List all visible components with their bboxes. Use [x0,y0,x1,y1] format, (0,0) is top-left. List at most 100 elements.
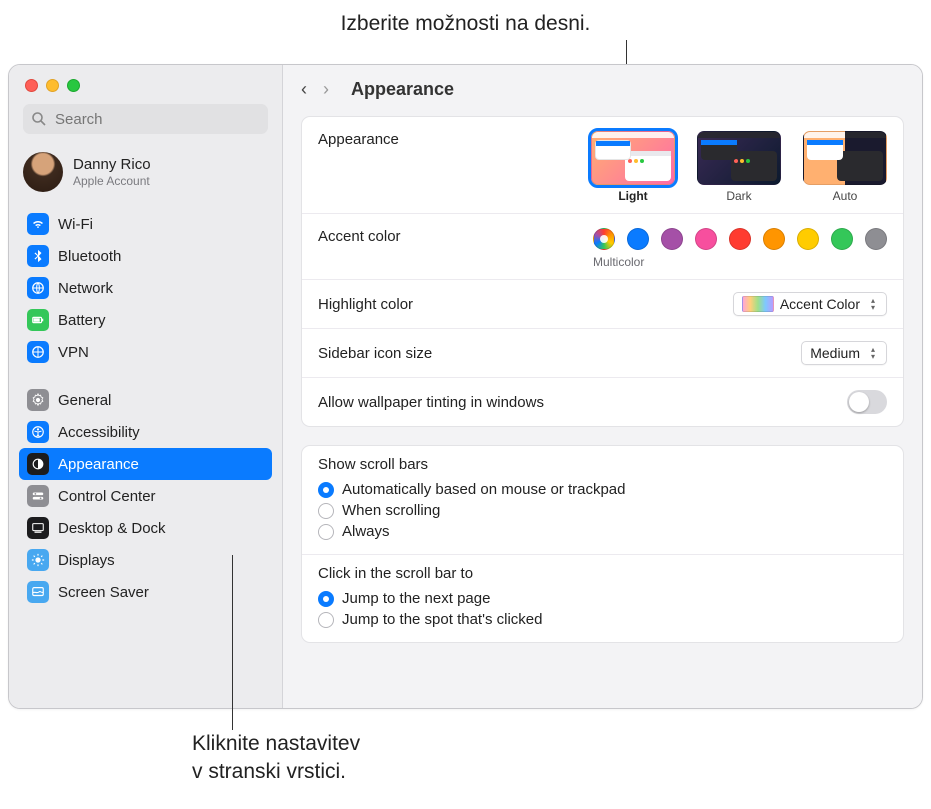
accessibility-icon [27,421,49,443]
appearance-panel: Appearance [301,116,904,427]
close-icon[interactable] [25,79,38,92]
accent-swatch-multicolor[interactable] [593,228,615,250]
sidebar-item-control-center[interactable]: Control Center [19,480,272,512]
sidebar-item-vpn[interactable]: VPN [19,336,272,368]
back-button[interactable]: ‹ [301,79,307,100]
radio-icon [318,482,334,498]
tinting-label: Allow wallpaper tinting in windows [318,394,544,411]
sidebar-item-label: Bluetooth [58,248,121,265]
sidebar-item-network[interactable]: Network [19,272,272,304]
scrollbars-title: Show scroll bars [318,456,887,473]
accent-swatch-orange[interactable] [763,228,785,250]
accent-swatch-pink[interactable] [695,228,717,250]
accent-swatches [593,228,887,250]
appearance-option-label: Auto [833,189,858,203]
control-center-icon [27,485,49,507]
tinting-toggle[interactable] [847,390,887,414]
accent-swatch-graphite[interactable] [865,228,887,250]
desktop-dock-icon [27,517,49,539]
sidebar-item-desktop-dock[interactable]: Desktop & Dock [19,512,272,544]
sidebar-item-label: Desktop & Dock [58,520,166,537]
radio-icon [318,524,334,540]
accent-swatch-yellow[interactable] [797,228,819,250]
account-sub: Apple Account [73,174,151,188]
sidebar-item-label: Displays [58,552,115,569]
appearance-option-label: Dark [726,189,751,203]
accent-swatch-green[interactable] [831,228,853,250]
radio-label: Always [342,523,390,540]
sidebar-item-bluetooth[interactable]: Bluetooth [19,240,272,272]
accent-swatch-purple[interactable] [661,228,683,250]
sidebar-icon-size-row: Sidebar icon size Medium ▴▾ [302,328,903,377]
account-row[interactable]: Danny Rico Apple Account [9,144,282,206]
chevron-up-down-icon: ▴▾ [866,298,880,311]
icon-size-value: Medium [810,345,860,361]
avatar [23,152,63,192]
radio-label: When scrolling [342,502,440,519]
sidebar-item-general[interactable]: General [19,384,272,416]
wallpaper-tinting-row: Allow wallpaper tinting in windows [302,377,903,426]
globe-icon [27,277,49,299]
sidebar-item-label: Screen Saver [58,584,149,601]
appearance-option-light[interactable] [591,131,675,185]
sidebar-item-accessibility[interactable]: Accessibility [19,416,272,448]
wifi-icon [27,213,49,235]
content-area: ‹ › Appearance Appearance [283,65,922,708]
appearance-icon [27,453,49,475]
appearance-option-dark[interactable] [697,131,781,185]
callout-bottom: Kliknite nastavitev v stranski vrstici. [192,730,360,787]
radio-icon [318,591,334,607]
highlight-color-row: Highlight color Accent Color ▴▾ [302,279,903,328]
sidebar-item-appearance[interactable]: Appearance [19,448,272,480]
window-controls [9,65,282,104]
icon-size-label: Sidebar icon size [318,345,432,362]
sidebar-item-label: VPN [58,344,89,361]
sidebar: Danny Rico Apple Account Wi-Fi Bluetooth [9,65,283,708]
forward-button[interactable]: › [323,79,329,100]
appearance-option-auto[interactable] [803,131,887,185]
displays-icon [27,549,49,571]
scrollbars-group: Show scroll bars Automatically based on … [302,446,903,554]
page-title: Appearance [351,79,454,100]
accent-swatch-blue[interactable] [627,228,649,250]
click-scroll-option-spot[interactable]: Jump to the spot that's clicked [318,609,887,630]
radio-icon [318,612,334,628]
bluetooth-icon [27,245,49,267]
scrollbars-option-when-scrolling[interactable]: When scrolling [318,500,887,521]
highlight-popup[interactable]: Accent Color ▴▾ [733,292,887,316]
appearance-option-label: Light [618,189,647,203]
sidebar-item-label: Wi-Fi [58,216,93,233]
sidebar-item-displays[interactable]: Displays [19,544,272,576]
sidebar-item-label: Control Center [58,488,156,505]
chevron-up-down-icon: ▴▾ [866,347,880,360]
click-scroll-option-next-page[interactable]: Jump to the next page [318,588,887,609]
battery-icon [27,309,49,331]
accent-swatch-red[interactable] [729,228,751,250]
vpn-icon [27,341,49,363]
click-scroll-group: Click in the scroll bar to Jump to the n… [302,554,903,642]
toolbar: ‹ › Appearance [283,65,922,110]
scrollbars-option-auto[interactable]: Automatically based on mouse or trackpad [318,479,887,500]
radio-label: Jump to the spot that's clicked [342,611,542,628]
icon-size-popup[interactable]: Medium ▴▾ [801,341,887,365]
highlight-label: Highlight color [318,296,413,313]
scrollbars-option-always[interactable]: Always [318,521,887,542]
sidebar-group-network: Wi-Fi Bluetooth Network Battery [9,206,282,370]
sidebar-item-label: Network [58,280,113,297]
minimize-icon[interactable] [46,79,59,92]
accent-color-row: Accent color Multicolor [302,213,903,279]
fullscreen-icon[interactable] [67,79,80,92]
sidebar-item-screen-saver[interactable]: Screen Saver [19,576,272,608]
sidebar-group-system: General Accessibility Appearance Control… [9,382,282,610]
sidebar-item-label: Accessibility [58,424,140,441]
sidebar-item-wifi[interactable]: Wi-Fi [19,208,272,240]
screen-saver-icon [27,581,49,603]
sidebar-item-battery[interactable]: Battery [19,304,272,336]
radio-label: Jump to the next page [342,590,490,607]
radio-label: Automatically based on mouse or trackpad [342,481,625,498]
scroll-panel: Show scroll bars Automatically based on … [301,445,904,643]
system-settings-window: Danny Rico Apple Account Wi-Fi Bluetooth [8,64,923,709]
search-input[interactable] [23,104,268,134]
callout-top: Izberite možnosti na desni. [0,0,931,36]
appearance-label: Appearance [318,131,399,148]
